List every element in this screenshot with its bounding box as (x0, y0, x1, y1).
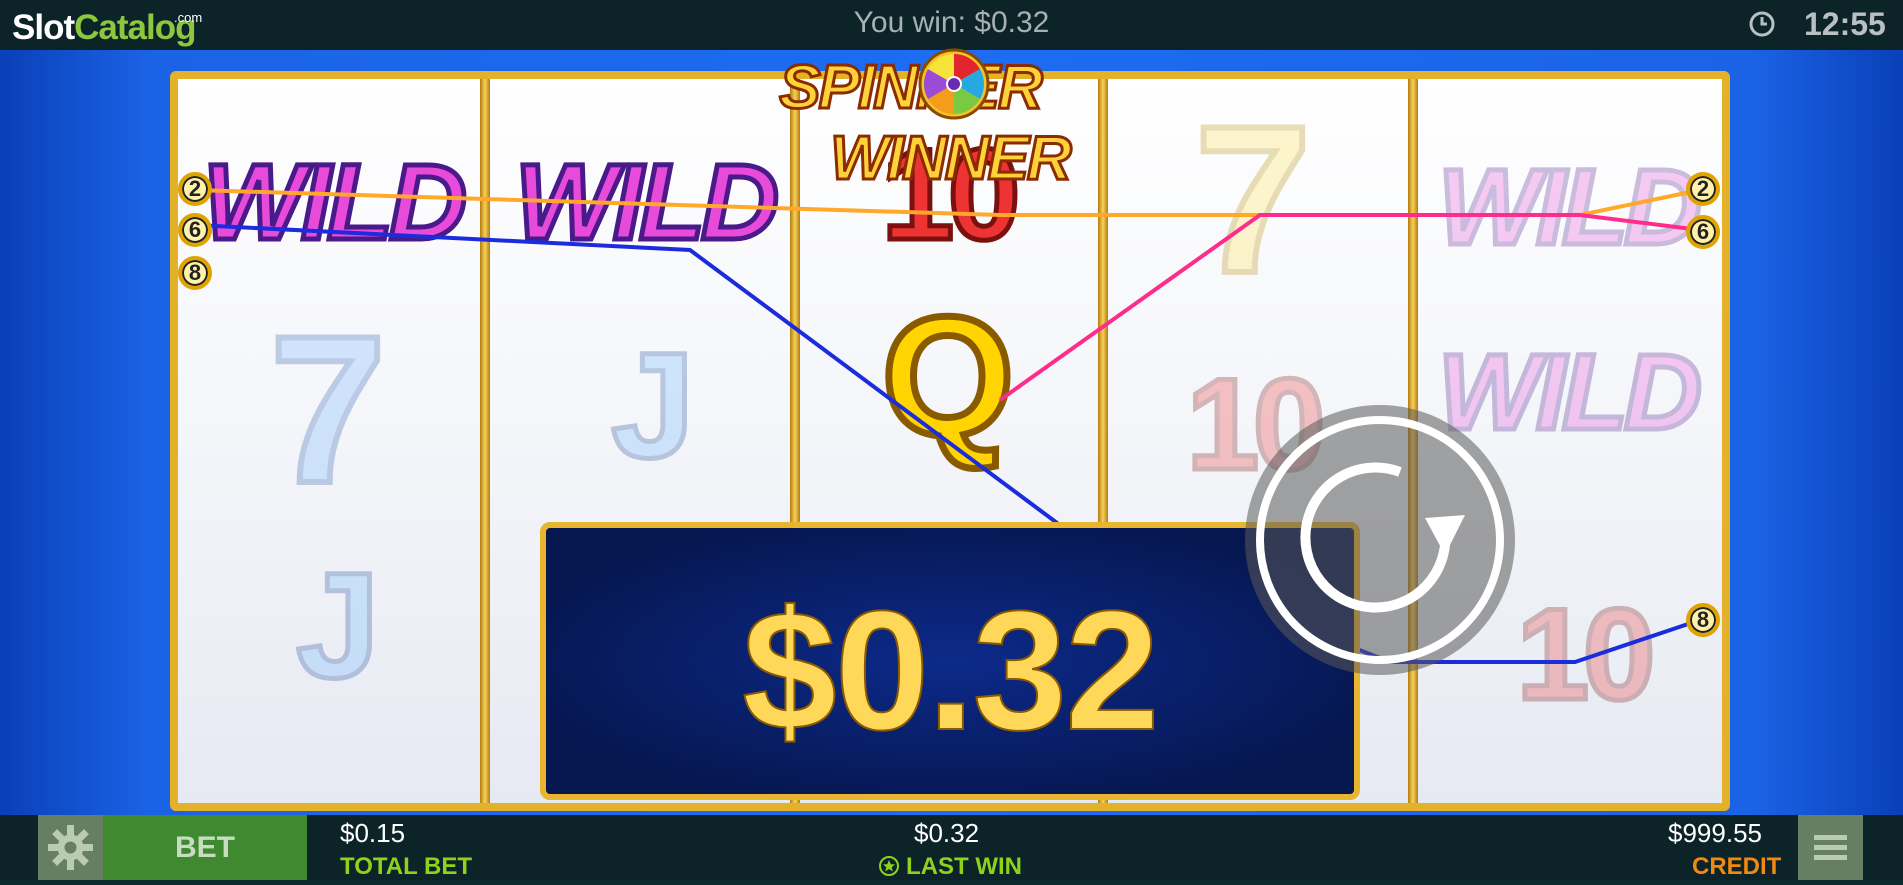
payline-badge-right: 6 (1686, 215, 1720, 249)
payline-badge-right: 8 (1686, 603, 1720, 637)
hamburger-menu-icon (1814, 835, 1847, 860)
spin-replay-icon[interactable] (1240, 400, 1520, 680)
payline-6 (998, 213, 1701, 402)
credit-label: CREDIT (1692, 853, 1782, 880)
win-amount: $0.32 (741, 575, 1160, 767)
spinner-wheel-icon (918, 48, 990, 120)
gear-icon (48, 825, 93, 870)
last-win-value: $0.32 (914, 818, 980, 848)
payline-badge-left: 2 (178, 172, 212, 206)
total-bet-value: $0.15 (340, 818, 406, 848)
payline-badge-left: 8 (178, 256, 212, 290)
title-winner: WINNER (829, 123, 1073, 195)
win-amount-box: $0.32 (540, 522, 1360, 800)
menu-button[interactable] (1798, 815, 1863, 880)
last-win-label: LAST WIN (906, 853, 1022, 880)
bottom-bar: BET $0.15 TOTAL BET $0.32 LAST WIN $999.… (0, 815, 1903, 880)
settings-button[interactable] (38, 815, 103, 880)
total-bet-label: TOTAL BET (340, 853, 472, 880)
payline-badge-right: 2 (1686, 172, 1720, 206)
title-spinner: SPINNER (778, 52, 1045, 124)
star-circle-icon (879, 856, 899, 876)
payline-badge-left: 6 (178, 213, 212, 247)
credit-value: $999.55 (1668, 818, 1762, 848)
bet-button[interactable]: BET (103, 815, 307, 880)
